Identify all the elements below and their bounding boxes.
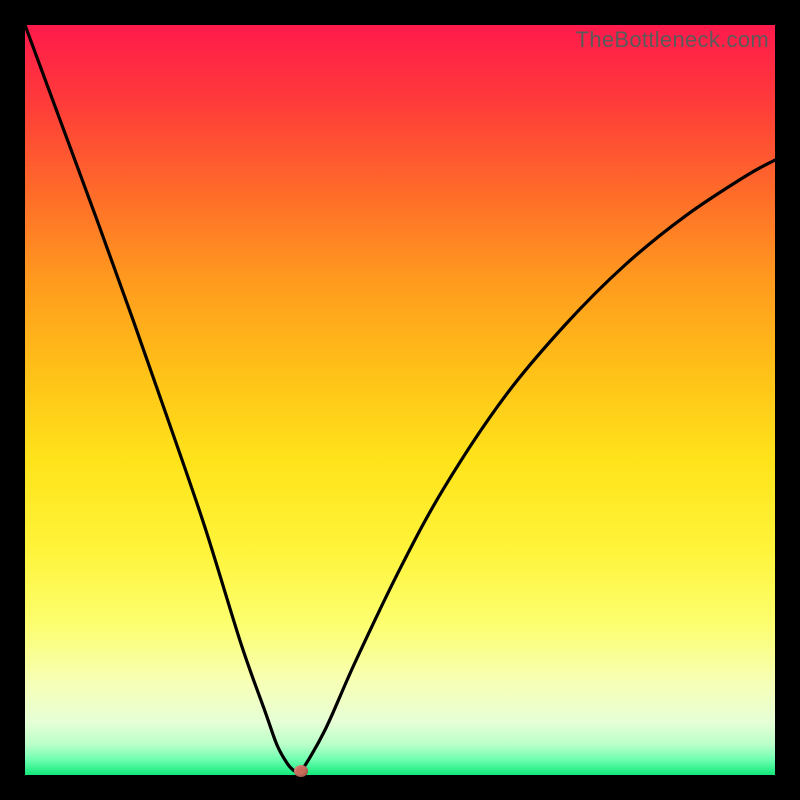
bottleneck-curve (25, 25, 775, 775)
plot-area: TheBottleneck.com (25, 25, 775, 775)
chart-frame: TheBottleneck.com (0, 0, 800, 800)
optimal-point-marker (294, 765, 308, 777)
curve-svg (25, 25, 775, 775)
